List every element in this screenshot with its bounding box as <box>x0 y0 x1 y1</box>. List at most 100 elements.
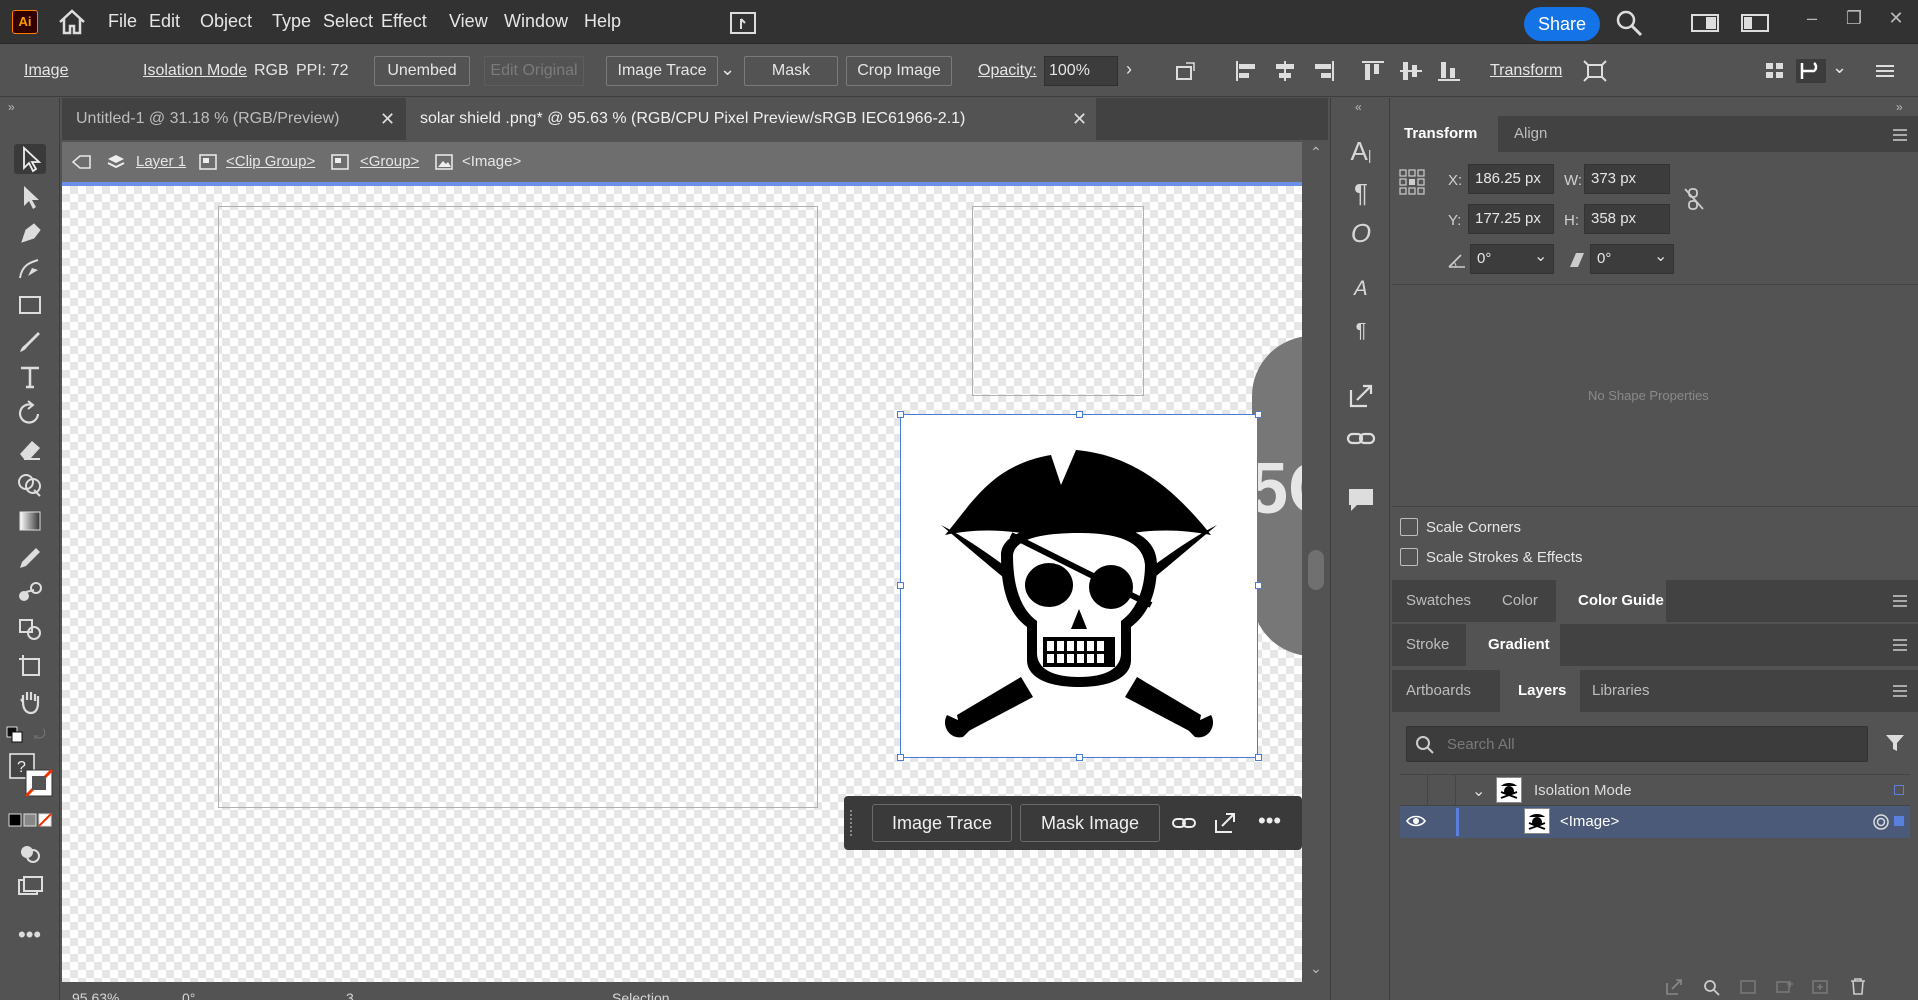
layers-search-input[interactable]: Search All <box>1406 726 1868 762</box>
scroll-down-icon[interactable]: ⌄ <box>1310 960 1322 977</box>
tab-close-icon[interactable]: ✕ <box>380 109 395 130</box>
shape-builder-tool-icon[interactable] <box>14 470 46 500</box>
tab-libraries[interactable]: Libraries <box>1592 682 1650 699</box>
resize-handle[interactable] <box>897 582 904 589</box>
tab-solar-shield[interactable]: solar shield .png* @ 95.63 % (RGB/CPU Pi… <box>406 98 1096 140</box>
opacity-field[interactable]: 100% <box>1044 56 1118 86</box>
paintbrush-tool-icon[interactable] <box>14 326 46 356</box>
tab-untitled-1[interactable]: Untitled-1 @ 31.18 % (RGB/Preview) <box>62 98 402 140</box>
y-field[interactable]: 177.25 px <box>1468 204 1554 234</box>
character-icon[interactable]: A| <box>1345 136 1377 168</box>
rotation-value[interactable]: 0° <box>182 990 195 1000</box>
drawing-modes-icon[interactable] <box>14 838 46 868</box>
menu-object[interactable]: Object <box>200 11 252 32</box>
transform-each-icon[interactable] <box>1582 59 1608 83</box>
tab-close-icon[interactable]: ✕ <box>1072 109 1087 130</box>
rotate-dropdown-icon[interactable]: ⌄ <box>1534 246 1547 266</box>
mask-image-button[interactable]: Mask Image <box>1020 804 1160 842</box>
tab-layers[interactable]: Layers <box>1518 682 1566 699</box>
filter-icon[interactable] <box>1884 732 1906 754</box>
resize-handle[interactable] <box>1255 754 1262 761</box>
layer-row-isolation[interactable]: ⌄ Isolation Mode <box>1400 774 1910 806</box>
collapse-panels-icon[interactable]: » <box>1896 100 1903 114</box>
menu-window[interactable]: Window <box>504 11 568 32</box>
shape-options-icon[interactable] <box>1174 59 1200 83</box>
align-right-icon[interactable] <box>1310 59 1336 83</box>
isolation-mode-label[interactable]: Isolation Mode <box>143 62 247 80</box>
paragraph-styles-icon[interactable]: ¶ <box>1345 320 1377 352</box>
menu-type[interactable]: Type <box>272 11 311 32</box>
snap-dropdown-icon[interactable]: ⌄ <box>1832 57 1847 78</box>
align-center-icon[interactable] <box>1272 59 1298 83</box>
clipping-mask-icon[interactable] <box>1738 978 1758 996</box>
image-trace-dropdown-icon[interactable]: ⌄ <box>720 59 735 80</box>
panel-menu-icon[interactable] <box>1892 684 1908 698</box>
zoom-level[interactable]: 95.63% <box>72 990 119 1000</box>
curvature-tool-icon[interactable] <box>14 254 46 284</box>
gradient-tool-icon[interactable] <box>14 506 46 536</box>
tab-artboards[interactable]: Artboards <box>1406 682 1471 699</box>
drag-handle[interactable] <box>850 810 856 836</box>
direct-selection-tool-icon[interactable] <box>14 182 46 212</box>
panel-menu-icon[interactable] <box>1892 638 1908 652</box>
links-icon[interactable] <box>1345 422 1377 454</box>
opacity-label[interactable]: Opacity: <box>978 62 1037 80</box>
resize-handle[interactable] <box>897 754 904 761</box>
menu-edit[interactable]: Edit <box>149 11 180 32</box>
artboard-number[interactable]: 3 <box>346 990 354 1000</box>
tab-align[interactable]: Align <box>1514 125 1547 142</box>
minimize-icon[interactable]: – <box>1800 8 1824 32</box>
panel-menu-icon[interactable] <box>1892 128 1908 142</box>
rectangle-tool-icon[interactable] <box>14 290 46 320</box>
menu-file[interactable]: File <box>108 11 137 32</box>
resize-handle[interactable] <box>1076 411 1083 418</box>
share-button[interactable]: Share <box>1524 7 1600 41</box>
default-colors-icon[interactable] <box>6 726 26 744</box>
breadcrumb-layer-1[interactable]: Layer 1 <box>136 153 186 170</box>
tab-gradient[interactable]: Gradient <box>1488 636 1550 653</box>
canvas[interactable]: 5C <box>62 182 1302 982</box>
workspace-icon[interactable] <box>1690 12 1720 34</box>
menu-effect[interactable]: Effect <box>381 11 427 32</box>
locate-object-icon[interactable] <box>1664 978 1684 996</box>
x-field[interactable]: 186.25 px <box>1468 164 1554 194</box>
hand-tool-icon[interactable] <box>14 686 46 716</box>
tab-stroke[interactable]: Stroke <box>1406 636 1449 653</box>
tab-color-guide[interactable]: Color Guide <box>1578 592 1664 609</box>
layer-row-image[interactable]: <Image> <box>1400 806 1910 838</box>
opentype-icon[interactable]: O <box>1345 218 1377 250</box>
breadcrumb-group[interactable]: <Group> <box>360 153 419 170</box>
snap-icon[interactable] <box>1796 59 1826 83</box>
eyedropper-tool-icon[interactable] <box>14 542 46 572</box>
tab-transform[interactable]: Transform <box>1404 125 1477 142</box>
target-icon[interactable] <box>1872 813 1890 831</box>
selection-indicator[interactable] <box>1894 816 1904 826</box>
h-field[interactable]: 358 px <box>1584 204 1670 234</box>
comments-icon[interactable] <box>1345 484 1377 516</box>
resize-handle[interactable] <box>1255 411 1262 418</box>
expand-chevron-icon[interactable]: ⌄ <box>1472 781 1485 801</box>
constrain-proportions-icon[interactable] <box>1682 186 1706 212</box>
panel-menu-icon[interactable] <box>1892 594 1908 608</box>
align-middle-icon[interactable] <box>1398 59 1424 83</box>
home-icon[interactable] <box>56 8 88 36</box>
layer-name[interactable]: <Image> <box>1560 813 1619 830</box>
w-field[interactable]: 373 px <box>1584 164 1670 194</box>
reference-point-icon[interactable] <box>1398 168 1426 196</box>
type-tool-icon[interactable] <box>14 362 46 392</box>
align-top-icon[interactable] <box>1360 59 1386 83</box>
menu-view[interactable]: View <box>449 11 488 32</box>
menu-select[interactable]: Select <box>323 11 373 32</box>
resize-handle[interactable] <box>897 411 904 418</box>
grid-icon[interactable] <box>1762 59 1788 83</box>
layer-name[interactable]: Isolation Mode <box>1534 782 1632 799</box>
scroll-thumb[interactable] <box>1308 550 1324 590</box>
mask-button[interactable]: Mask <box>744 56 838 86</box>
artboard-tool-icon[interactable] <box>14 650 46 680</box>
resize-handle[interactable] <box>1255 582 1262 589</box>
eraser-tool-icon[interactable] <box>14 434 46 464</box>
selection-tool-icon[interactable] <box>14 144 46 174</box>
blend-tool-icon[interactable] <box>14 578 46 608</box>
swap-colors-icon[interactable]: ⤾ <box>34 726 52 744</box>
symbol-sprayer-tool-icon[interactable] <box>14 614 46 644</box>
